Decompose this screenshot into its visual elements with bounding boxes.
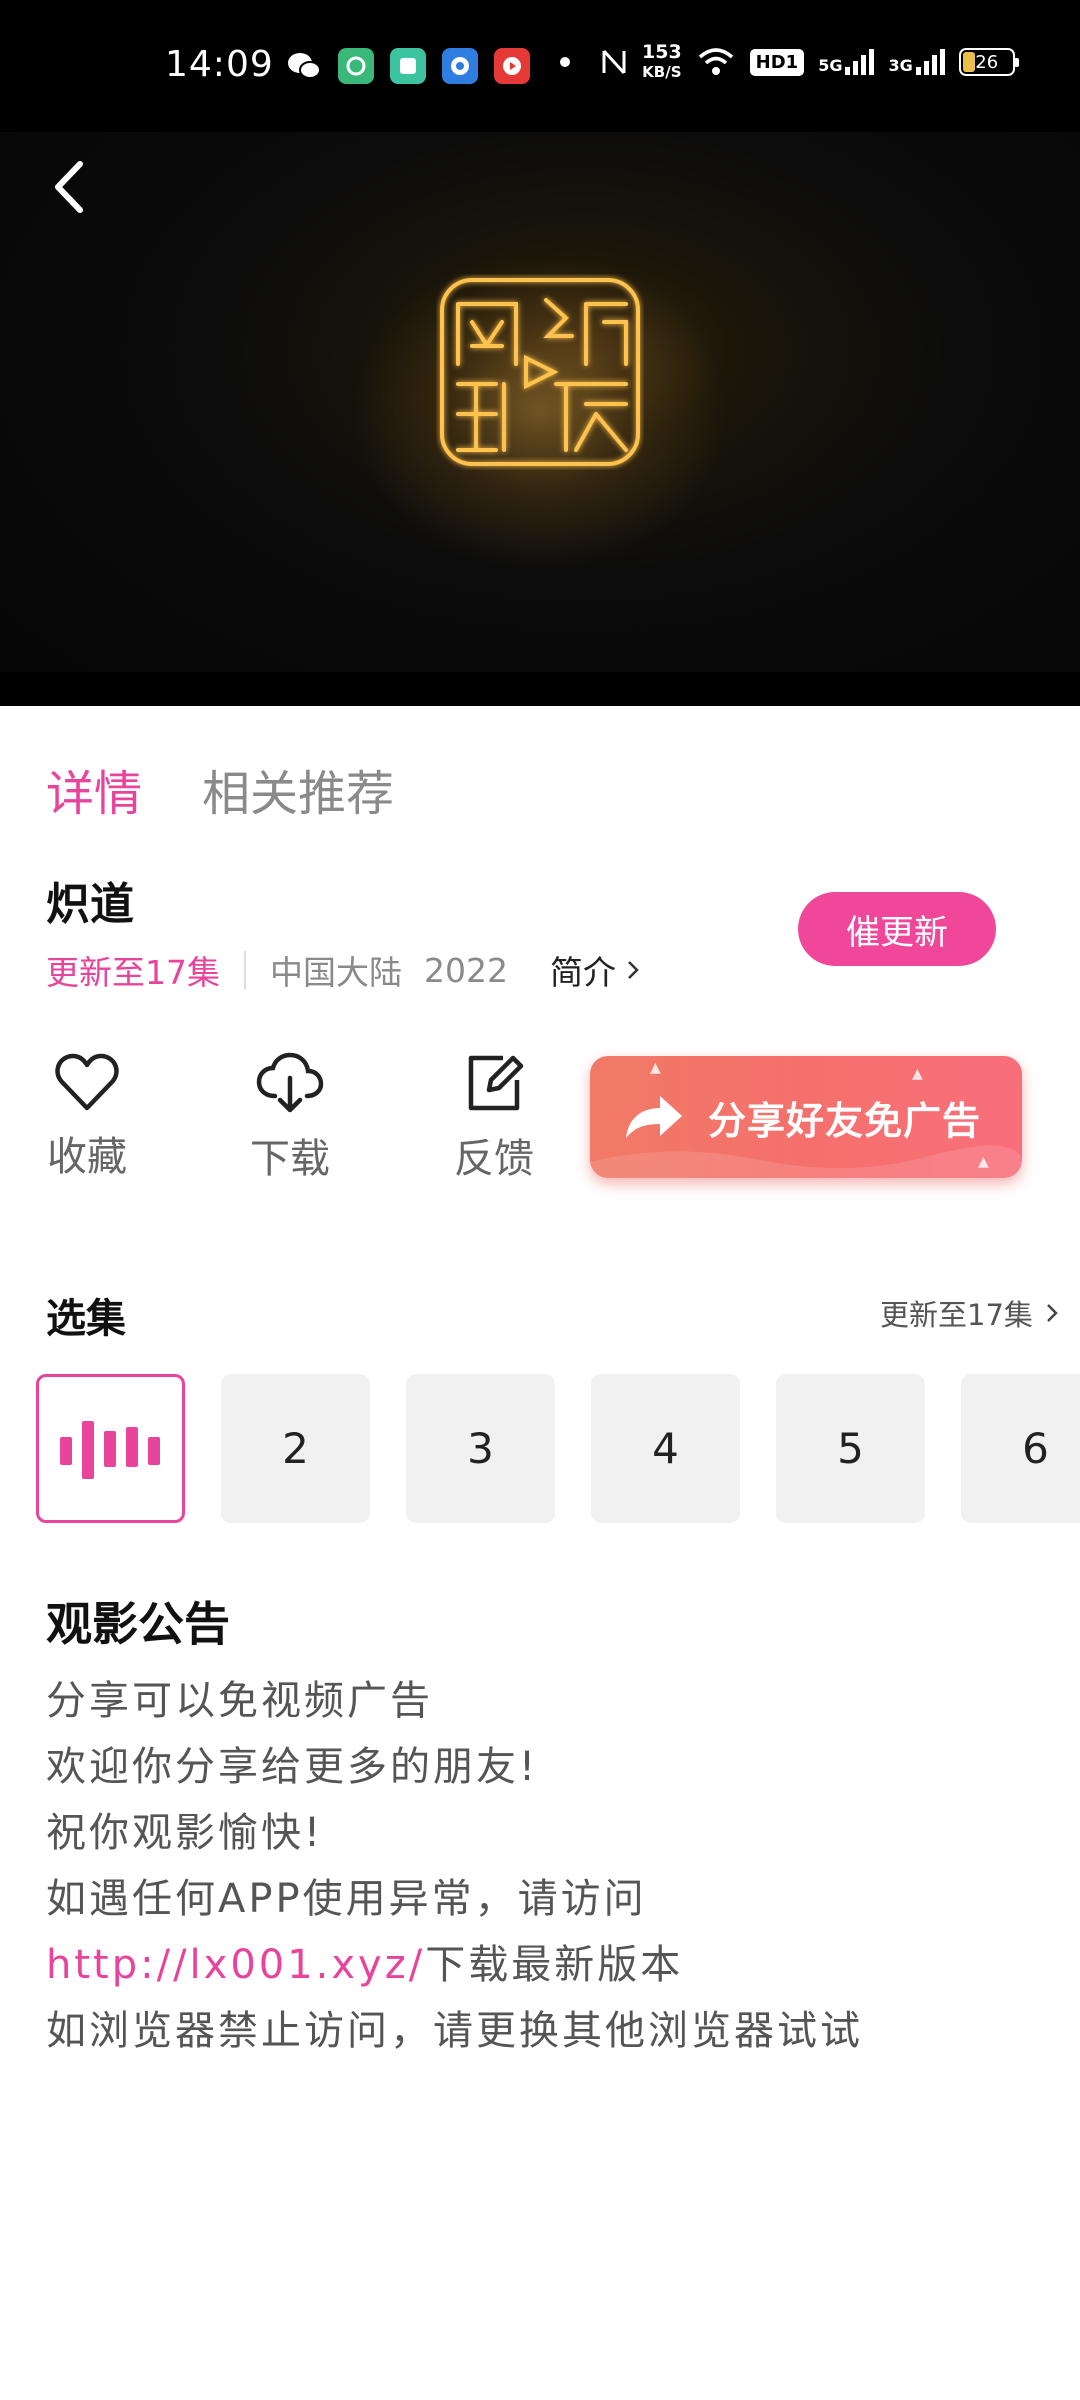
show-title: 炽道 bbox=[46, 879, 134, 930]
episodes-more-label: 更新至17集 bbox=[880, 1298, 1033, 1332]
network-speed: 153 KB/S bbox=[642, 42, 682, 82]
share-arrow-icon bbox=[626, 1096, 682, 1138]
update-status: 更新至17集 bbox=[46, 953, 220, 992]
battery-level: 26 bbox=[975, 51, 999, 73]
back-arrow-icon[interactable] bbox=[46, 152, 94, 222]
notice-body: 分享可以免视频广告 欢迎你分享给更多的朋友! 祝你观影愉快! 如遇任何APP使用… bbox=[46, 1668, 863, 2064]
nfc-icon bbox=[602, 49, 626, 75]
edit-icon bbox=[468, 1055, 524, 1111]
chevron-right-icon bbox=[628, 961, 639, 979]
show-region: 中国大陆 bbox=[270, 953, 402, 992]
wifi-icon bbox=[698, 48, 733, 75]
signal-3g-label: 3G bbox=[888, 56, 913, 75]
intro-label: 简介 bbox=[549, 953, 616, 992]
signal-bars-icon bbox=[845, 49, 875, 75]
notification-dot bbox=[560, 57, 570, 67]
app-teal-icon bbox=[390, 48, 426, 84]
share-no-ads-banner[interactable]: ▲ ▲ ▲ 分享好友免广告 bbox=[590, 1056, 1022, 1178]
notice-line: 如浏览器禁止访问，请更换其他浏览器试试 bbox=[46, 2008, 863, 2054]
heart-icon bbox=[55, 1053, 119, 1111]
episode-item[interactable]: 5 bbox=[776, 1374, 925, 1523]
show-year: 2022 bbox=[424, 950, 508, 990]
chevron-right-icon bbox=[1047, 1304, 1058, 1322]
download-button[interactable]: 下载 bbox=[230, 1052, 350, 1184]
app-red-icon bbox=[494, 48, 530, 84]
player-letterbox bbox=[0, 672, 1080, 706]
tab-related[interactable]: 相关推荐 bbox=[202, 754, 394, 824]
status-indicators: 153 KB/S HD1 5G 3G 26 bbox=[560, 42, 1019, 82]
network-speed-value: 153 bbox=[642, 41, 682, 63]
signal-5g: 5G bbox=[818, 49, 875, 75]
feedback-label: 反馈 bbox=[454, 1136, 534, 1182]
signal-bars-icon bbox=[915, 49, 945, 75]
wechat-icon bbox=[286, 48, 322, 84]
notice-line: 祝你观影愉快! bbox=[46, 1810, 324, 1856]
sparkle-decoration: ▲ bbox=[650, 1060, 661, 1076]
episode-list: 2 3 4 5 6 bbox=[36, 1374, 1080, 1523]
feedback-button[interactable]: 反馈 bbox=[434, 1052, 554, 1184]
show-meta: 更新至17集 中国大陆 2022 简介 bbox=[46, 946, 640, 994]
episode-item[interactable]: 6 bbox=[961, 1374, 1080, 1523]
episode-item[interactable]: 4 bbox=[591, 1374, 740, 1523]
hd-badge: HD1 bbox=[749, 48, 805, 76]
sparkle-decoration: ▲ bbox=[912, 1066, 923, 1082]
notice-line: 分享可以免视频广告 bbox=[46, 1678, 433, 1724]
tab-details[interactable]: 详情 bbox=[46, 754, 142, 824]
episode-item[interactable]: 3 bbox=[406, 1374, 555, 1523]
network-audiovisual-logo bbox=[440, 278, 640, 466]
notification-icons bbox=[286, 48, 530, 84]
video-player[interactable] bbox=[0, 132, 1080, 706]
battery-icon: 26 bbox=[958, 48, 1019, 76]
cloud-download-icon bbox=[256, 1052, 324, 1113]
network-speed-unit: KB/S bbox=[642, 63, 682, 81]
download-link[interactable]: http://lx001.xyz/ bbox=[46, 1942, 425, 1988]
notice-line: 欢迎你分享给更多的朋友! bbox=[46, 1744, 539, 1790]
signal-3g: 3G bbox=[888, 49, 945, 75]
episodes-title: 选集 bbox=[46, 1296, 126, 1342]
wave-decoration bbox=[590, 1145, 1022, 1178]
download-label: 下载 bbox=[250, 1136, 330, 1182]
episode-item[interactable]: 2 bbox=[221, 1374, 370, 1523]
intro-link[interactable]: 简介 bbox=[550, 946, 640, 994]
request-update-button[interactable]: 催更新 bbox=[798, 892, 996, 966]
meta-divider bbox=[244, 951, 246, 989]
signal-5g-label: 5G bbox=[818, 56, 843, 75]
app-blue-icon bbox=[442, 48, 478, 84]
notice-line: 如遇任何APP使用异常，请访问 bbox=[46, 1876, 647, 1922]
episode-current[interactable] bbox=[36, 1374, 185, 1523]
download-link-suffix: 下载最新版本 bbox=[425, 1942, 684, 1988]
favorite-label: 收藏 bbox=[47, 1134, 127, 1180]
status-bar: 14:09 153 KB/S HD1 5G 3G 26 bbox=[0, 0, 1080, 132]
playing-equalizer-icon bbox=[59, 1420, 160, 1479]
notice-title: 观影公告 bbox=[46, 1597, 230, 1651]
favorite-button[interactable]: 收藏 bbox=[27, 1052, 147, 1182]
share-banner-label: 分享好友免广告 bbox=[708, 1098, 982, 1143]
status-time: 14:09 bbox=[165, 44, 274, 85]
notice-line: http://lx001.xyz/下载最新版本 bbox=[46, 1932, 863, 1998]
app-green-icon bbox=[338, 48, 374, 84]
episodes-more-link[interactable]: 更新至17集 bbox=[880, 1292, 1059, 1334]
